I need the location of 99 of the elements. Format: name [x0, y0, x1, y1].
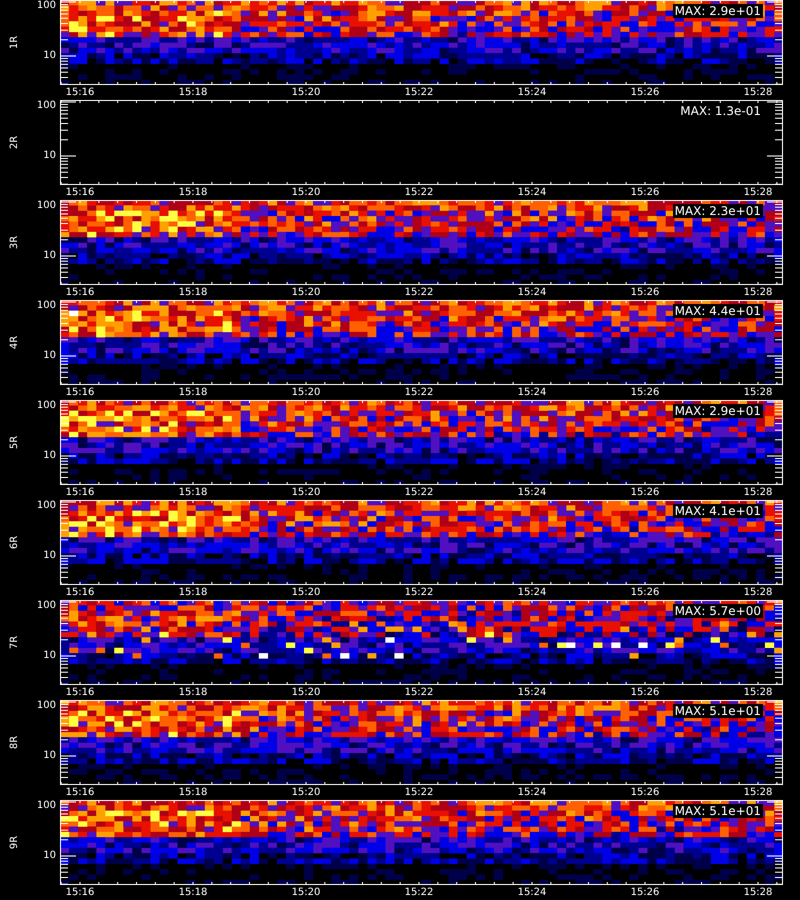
- tick-label: 15:16: [66, 187, 94, 199]
- tick-label: 15:20: [292, 287, 320, 299]
- tick-label: 100: [36, 700, 56, 712]
- tick-label: 15:18: [178, 87, 208, 99]
- tick-label: 10: [43, 250, 56, 262]
- max-value-label: MAX: 1.3e-01: [678, 104, 763, 118]
- tick-label: 15:22: [404, 687, 434, 699]
- tick-label: 15:24: [518, 487, 546, 499]
- tick-label: 15:18: [178, 387, 208, 399]
- tick-label: 15:20: [292, 887, 320, 899]
- axis-label: 2R: [10, 136, 20, 150]
- max-value-label: MAX: 5.7e+00: [672, 604, 763, 618]
- tick-label: 15:18: [178, 187, 208, 199]
- tick-label: 15:18: [178, 487, 208, 499]
- tick-label: 15:20: [292, 687, 320, 699]
- tick-label: 15:26: [630, 387, 660, 399]
- tick-label: 15:28: [744, 287, 772, 299]
- tick-label: 15:20: [292, 487, 320, 499]
- tick-label: 15:22: [404, 87, 434, 99]
- tick-label: 10: [43, 850, 56, 862]
- tick-label: 15:22: [404, 787, 434, 799]
- tick-label: 15:20: [292, 587, 320, 599]
- tick-label: 10: [43, 550, 56, 562]
- tick-label: 10: [43, 450, 56, 462]
- tick-label: 15:22: [404, 887, 434, 899]
- max-value-label: MAX: 4.1e+01: [672, 504, 763, 518]
- tick-label: 15:16: [66, 487, 94, 499]
- tick-label: 15:26: [630, 587, 660, 599]
- axis-label: 9R: [10, 836, 20, 850]
- tick-label: 15:22: [404, 487, 434, 499]
- tick-label: 15:28: [744, 687, 772, 699]
- tick-label: 10: [43, 150, 56, 162]
- tick-label: 15:22: [404, 387, 434, 399]
- axis-label: 3R: [10, 236, 20, 250]
- tick-label: 15:26: [630, 687, 660, 699]
- tick-label: 15:20: [292, 187, 320, 199]
- tick-label: 15:18: [178, 287, 208, 299]
- max-value-label: MAX: 5.1e+01: [672, 704, 763, 718]
- tick-label: 15:16: [66, 387, 94, 399]
- tick-label: 15:28: [744, 87, 772, 99]
- tick-label: 15:26: [630, 87, 660, 99]
- tick-label: 15:28: [744, 487, 772, 499]
- tick-label: 100: [36, 800, 56, 812]
- tick-label: 15:16: [66, 87, 94, 99]
- max-value-label: MAX: 5.1e+01: [672, 804, 763, 818]
- tick-label: 15:24: [518, 887, 546, 899]
- tick-label: 15:22: [404, 187, 434, 199]
- tick-label: 15:28: [744, 587, 772, 599]
- tick-label: 15:24: [518, 587, 546, 599]
- tick-label: 15:18: [178, 587, 208, 599]
- tick-label: 15:24: [518, 787, 546, 799]
- tick-label: 15:16: [66, 887, 94, 899]
- tick-label: 15:16: [66, 687, 94, 699]
- tick-label: 15:26: [630, 787, 660, 799]
- tick-label: 15:26: [630, 187, 660, 199]
- max-value-label: MAX: 2.9e+01: [672, 4, 763, 18]
- max-value-label: MAX: 2.9e+01: [672, 404, 763, 418]
- tick-label: 15:28: [744, 887, 772, 899]
- tick-label: 15:28: [744, 787, 772, 799]
- tick-label: 15:26: [630, 487, 660, 499]
- axis-label: 8R: [10, 736, 20, 750]
- tick-label: 10: [43, 50, 56, 62]
- tick-label: 15:16: [66, 787, 94, 799]
- tick-label: 100: [36, 100, 56, 112]
- axis-label: 1R: [10, 36, 20, 50]
- tick-label: 15:18: [178, 887, 208, 899]
- max-value-label: MAX: 2.3e+01: [672, 204, 763, 218]
- tick-label: 100: [36, 400, 56, 412]
- tick-label: 10: [43, 650, 56, 662]
- axis-label: 6R: [10, 536, 20, 550]
- tick-label: 100: [36, 200, 56, 212]
- tick-label: 10: [43, 350, 56, 362]
- tick-label: 15:24: [518, 287, 546, 299]
- tick-label: 100: [36, 300, 56, 312]
- tick-label: 15:24: [518, 187, 546, 199]
- tick-label: 15:26: [630, 287, 660, 299]
- tick-label: 15:28: [744, 187, 772, 199]
- tick-label: 15:20: [292, 87, 320, 99]
- tick-label: 15:26: [630, 887, 660, 899]
- tick-label: 15:22: [404, 287, 434, 299]
- max-value-label: MAX: 4.4e+01: [672, 304, 763, 318]
- tick-label: 15:20: [292, 787, 320, 799]
- axis-label: 5R: [10, 436, 20, 450]
- tick-label: 10: [43, 750, 56, 762]
- tick-label: 15:28: [744, 387, 772, 399]
- tick-label: 15:20: [292, 387, 320, 399]
- tick-label: 15:18: [178, 687, 208, 699]
- tick-label: 15:22: [404, 587, 434, 599]
- tick-label: 100: [36, 600, 56, 612]
- axis-label: 4R: [10, 336, 20, 350]
- axis-label: 7R: [10, 636, 20, 650]
- tick-label: 100: [36, 0, 56, 12]
- tick-label: 15:16: [66, 287, 94, 299]
- tick-label: 15:24: [518, 87, 546, 99]
- tick-label: 15:24: [518, 387, 546, 399]
- tick-label: 15:18: [178, 787, 208, 799]
- tick-label: 15:16: [66, 587, 94, 599]
- tick-label: 100: [36, 500, 56, 512]
- tick-label: 15:24: [518, 687, 546, 699]
